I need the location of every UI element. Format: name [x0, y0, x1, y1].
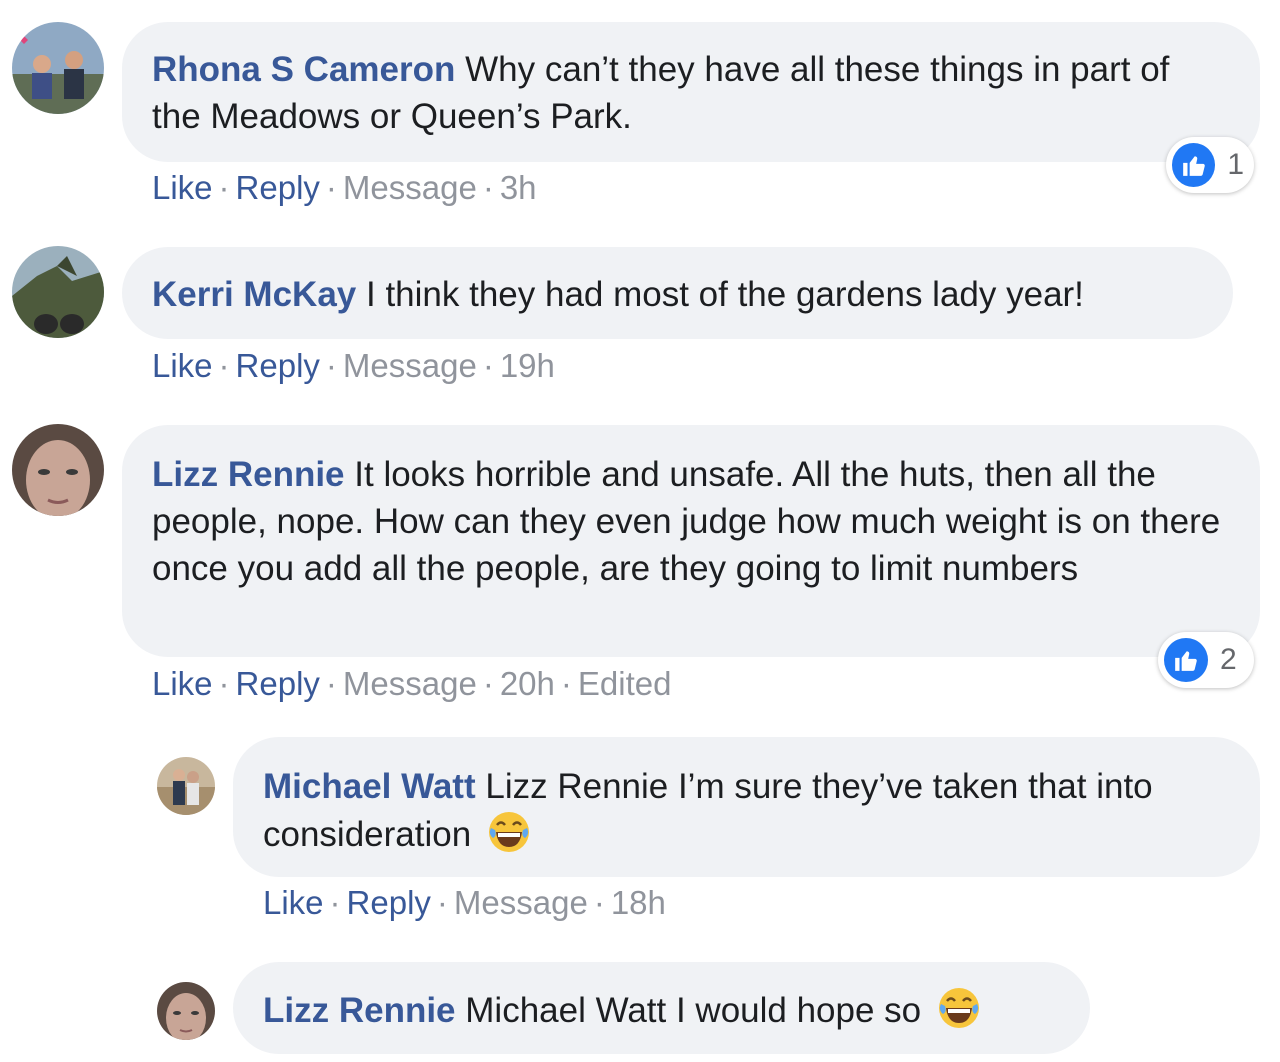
reply-link[interactable]: Reply — [236, 347, 320, 384]
edited-label[interactable]: Edited — [578, 665, 672, 702]
comment-bubble: Michael Watt Lizz Rennie I’m sure they’v… — [233, 737, 1260, 877]
message-link[interactable]: Message — [343, 169, 477, 206]
laughing-tears-emoji — [487, 810, 531, 854]
comment-bubble: Lizz Rennie It looks horrible and unsafe… — [122, 425, 1260, 657]
separator: · — [325, 665, 337, 702]
comment-actions: Like · Reply · Message · 3h — [152, 168, 537, 208]
timestamp[interactable]: 19h — [500, 347, 555, 384]
message-link[interactable]: Message — [454, 884, 588, 921]
separator: · — [482, 169, 494, 206]
like-link[interactable]: Like — [152, 169, 213, 206]
separator: · — [593, 884, 605, 921]
message-link[interactable]: Message — [343, 665, 477, 702]
timestamp[interactable]: 18h — [611, 884, 666, 921]
comment-author[interactable]: Lizz Rennie — [263, 991, 456, 1030]
comment-actions: Like · Reply · Message · 20h · Edited — [152, 664, 671, 704]
comment-text: I think they had most of the gardens lad… — [366, 275, 1084, 314]
reply-link[interactable]: Reply — [236, 169, 320, 206]
comment-bubble: Lizz Rennie Michael Watt I would hope so — [233, 962, 1090, 1054]
avatar[interactable] — [157, 757, 215, 815]
comment-bubble: Rhona S Cameron Why can’t they have all … — [122, 22, 1260, 162]
comment-actions: Like · Reply · Message · 19h — [152, 346, 555, 386]
separator: · — [482, 665, 494, 702]
timestamp[interactable]: 20h — [500, 665, 555, 702]
reaction-count: 2 — [1220, 643, 1237, 676]
like-link[interactable]: Like — [152, 665, 213, 702]
reaction-summary[interactable]: 2 — [1158, 632, 1254, 688]
comment-author[interactable]: Rhona S Cameron — [152, 50, 455, 89]
separator: · — [218, 347, 230, 384]
comment-author[interactable]: Michael Watt — [263, 767, 476, 806]
separator: · — [560, 665, 572, 702]
separator: · — [325, 169, 337, 206]
timestamp[interactable]: 3h — [500, 169, 537, 206]
reaction-summary[interactable]: 1 — [1166, 137, 1254, 193]
message-link[interactable]: Message — [343, 347, 477, 384]
laughing-tears-emoji — [937, 986, 981, 1030]
avatar[interactable] — [12, 246, 104, 338]
separator: · — [218, 665, 230, 702]
reaction-count: 1 — [1227, 148, 1244, 181]
like-link[interactable]: Like — [152, 347, 213, 384]
comment-bubble: Kerri McKay I think they had most of the… — [122, 247, 1233, 339]
separator: · — [325, 347, 337, 384]
like-icon — [1164, 638, 1208, 682]
like-icon — [1172, 143, 1216, 187]
separator: · — [482, 347, 494, 384]
separator: · — [329, 884, 341, 921]
avatar[interactable] — [12, 424, 104, 516]
avatar[interactable] — [157, 982, 215, 1040]
comment-text: Michael Watt I would hope so — [465, 991, 922, 1030]
reply-link[interactable]: Reply — [236, 665, 320, 702]
separator: · — [218, 169, 230, 206]
like-link[interactable]: Like — [263, 884, 324, 921]
comment-author[interactable]: Lizz Rennie — [152, 455, 345, 494]
avatar[interactable] — [12, 22, 104, 114]
comment-author[interactable]: Kerri McKay — [152, 275, 356, 314]
separator: · — [436, 884, 448, 921]
reply-link[interactable]: Reply — [347, 884, 431, 921]
comment-actions: Like · Reply · Message · 18h — [263, 883, 666, 923]
